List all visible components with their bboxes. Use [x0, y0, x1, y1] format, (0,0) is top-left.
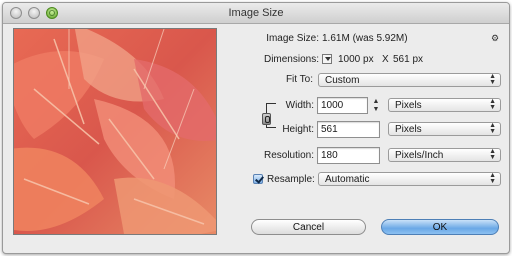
- popup-arrows-icon: ▲ ▼: [489, 172, 496, 185]
- popup-arrows-icon: ▲ ▼: [489, 122, 496, 135]
- popup-arrows-icon: ▲ ▼: [489, 73, 496, 86]
- ok-button[interactable]: OK: [381, 219, 499, 235]
- width-unit-value: Pixels: [395, 100, 422, 111]
- dimensions-width-value: 1000 px: [338, 54, 374, 65]
- image-size-dialog: Image Size Image Size: 1.61M (was 5.92M)…: [2, 2, 510, 254]
- cancel-button[interactable]: Cancel: [251, 219, 366, 235]
- width-field[interactable]: 1000: [317, 97, 368, 114]
- height-field[interactable]: 561: [317, 121, 380, 138]
- resample-method-value: Automatic: [325, 174, 370, 185]
- width-unit-popup[interactable]: Pixels ▲ ▼: [388, 98, 501, 112]
- resolution-unit-popup[interactable]: Pixels/Inch ▲ ▼: [388, 148, 501, 162]
- fit-to-popup[interactable]: Custom ▲ ▼: [318, 73, 501, 87]
- resolution-unit-value: Pixels/Inch: [395, 150, 444, 161]
- popup-arrows-icon: ▲ ▼: [489, 148, 496, 161]
- width-stepper-icon[interactable]: ▲ ▼: [371, 98, 381, 114]
- image-size-label: Image Size:: [266, 33, 319, 44]
- dimensions-x-label: X: [382, 54, 389, 65]
- resample-label: Resample:: [267, 174, 315, 185]
- image-size-value: 1.61M (was 5.92M): [322, 33, 408, 44]
- popup-arrows-icon: ▲ ▼: [489, 98, 496, 111]
- height-unit-popup[interactable]: Pixels ▲ ▼: [388, 122, 501, 136]
- fit-to-label: Fit To:: [285, 74, 313, 85]
- chain-link-icon[interactable]: [262, 113, 271, 125]
- dimensions-height-value: 561 px: [393, 54, 424, 65]
- title-bar: Image Size: [3, 3, 509, 24]
- height-unit-value: Pixels: [395, 124, 422, 135]
- dimensions-label: Dimensions:: [263, 54, 319, 65]
- fit-to-value: Custom: [325, 75, 360, 86]
- window-title: Image Size: [228, 7, 284, 19]
- gear-icon[interactable]: ⚙: [491, 33, 499, 44]
- width-label: Width:: [285, 100, 314, 111]
- dimensions-disclosure-button[interactable]: [322, 54, 332, 64]
- leaves-photo: [14, 29, 216, 234]
- resolution-label: Resolution:: [263, 150, 314, 161]
- height-label: Height:: [282, 124, 314, 135]
- image-preview: [13, 28, 217, 235]
- resample-method-popup[interactable]: Automatic ▲ ▼: [318, 172, 501, 186]
- resample-checkbox[interactable]: [253, 174, 263, 184]
- resolution-field[interactable]: 180: [317, 147, 380, 164]
